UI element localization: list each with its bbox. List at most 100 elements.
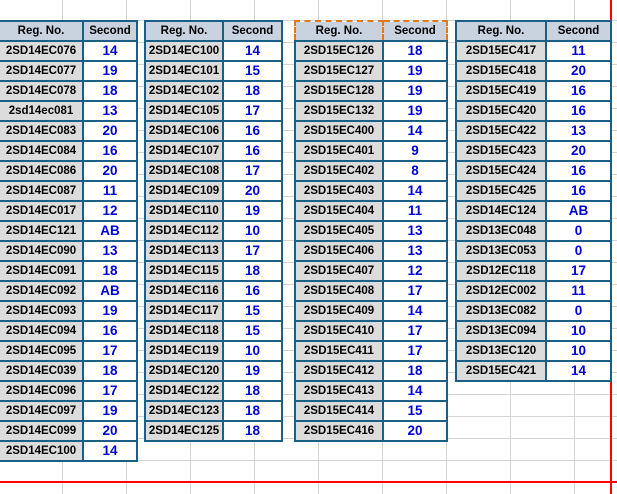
second-header[interactable]: Second [382, 20, 448, 42]
second-mark-cell[interactable]: 16 [545, 100, 612, 122]
reg-no-cell[interactable]: 2SD14EC120 [144, 360, 224, 382]
reg-no-cell[interactable]: 2SD13EC053 [455, 240, 547, 262]
second-mark-cell[interactable]: 10 [222, 340, 283, 362]
reg-no-cell[interactable]: 2SD15EC403 [294, 180, 384, 202]
second-mark-cell[interactable]: 19 [382, 80, 448, 102]
second-header[interactable]: Second [222, 20, 283, 42]
second-mark-cell[interactable]: 15 [222, 60, 283, 82]
reg-no-cell[interactable]: 2SD14EC091 [0, 260, 84, 282]
reg-no-header[interactable]: Reg. No. [294, 20, 384, 42]
second-mark-cell[interactable]: 17 [545, 260, 612, 282]
second-mark-cell[interactable]: 20 [545, 140, 612, 162]
reg-no-cell[interactable]: 2SD14EC077 [0, 60, 84, 82]
second-mark-cell[interactable]: 19 [82, 400, 138, 422]
reg-no-cell[interactable]: 2SD13EC048 [455, 220, 547, 242]
second-mark-cell[interactable]: 13 [82, 100, 138, 122]
second-header[interactable]: Second [545, 20, 612, 42]
second-mark-cell[interactable]: 10 [545, 340, 612, 362]
reg-no-cell[interactable]: 2SD14EC096 [0, 380, 84, 402]
reg-no-cell[interactable]: 2SD15EC408 [294, 280, 384, 302]
reg-no-cell[interactable]: 2SD14EC093 [0, 300, 84, 322]
reg-no-cell[interactable]: 2SD12EC002 [455, 280, 547, 302]
reg-no-cell[interactable]: 2SD15EC423 [455, 140, 547, 162]
reg-no-cell[interactable]: 2SD14EC112 [144, 220, 224, 242]
reg-no-cell[interactable]: 2SD15EC413 [294, 380, 384, 402]
second-mark-cell[interactable]: 14 [382, 380, 448, 402]
reg-no-cell[interactable]: 2SD14EC110 [144, 200, 224, 222]
second-mark-cell[interactable]: 18 [82, 80, 138, 102]
reg-no-cell[interactable]: 2SD14EC106 [144, 120, 224, 142]
reg-no-cell[interactable]: 2SD15EC407 [294, 260, 384, 282]
second-mark-cell[interactable]: 18 [82, 360, 138, 382]
second-mark-cell[interactable]: 18 [82, 260, 138, 282]
second-mark-cell[interactable]: 14 [82, 40, 138, 62]
second-mark-cell[interactable]: 15 [222, 300, 283, 322]
second-mark-cell[interactable]: 14 [222, 40, 283, 62]
second-mark-cell[interactable]: 11 [82, 180, 138, 202]
second-mark-cell[interactable]: 17 [382, 340, 448, 362]
second-mark-cell[interactable]: 13 [382, 220, 448, 242]
reg-no-cell[interactable]: 2sd14ec081 [0, 100, 84, 122]
reg-no-cell[interactable]: 2SD15EC409 [294, 300, 384, 322]
reg-no-cell[interactable]: 2SD14EC125 [144, 420, 224, 442]
second-mark-cell[interactable]: 15 [382, 400, 448, 422]
second-mark-cell[interactable]: 20 [82, 120, 138, 142]
second-mark-cell[interactable]: 16 [545, 80, 612, 102]
reg-no-cell[interactable]: 2SD14EC109 [144, 180, 224, 202]
second-mark-cell[interactable]: 0 [545, 220, 612, 242]
second-mark-cell[interactable]: 12 [382, 260, 448, 282]
reg-no-cell[interactable]: 2SD13EC120 [455, 340, 547, 362]
reg-no-cell[interactable]: 2SD14EC084 [0, 140, 84, 162]
second-mark-cell[interactable]: AB [545, 200, 612, 222]
reg-no-cell[interactable]: 2SD14EC095 [0, 340, 84, 362]
second-mark-cell[interactable]: 0 [545, 300, 612, 322]
reg-no-cell[interactable]: 2SD12EC118 [455, 260, 547, 282]
second-mark-cell[interactable]: 17 [382, 280, 448, 302]
reg-no-cell[interactable]: 2SD14EC105 [144, 100, 224, 122]
second-mark-cell[interactable]: 17 [82, 340, 138, 362]
second-mark-cell[interactable]: 19 [222, 360, 283, 382]
second-mark-cell[interactable]: 13 [545, 120, 612, 142]
reg-no-cell[interactable]: 2SD15EC126 [294, 40, 384, 62]
second-mark-cell[interactable]: 20 [222, 180, 283, 202]
reg-no-cell[interactable]: 2SD14EC116 [144, 280, 224, 302]
reg-no-cell[interactable]: 2SD15EC424 [455, 160, 547, 182]
reg-no-cell[interactable]: 2SD14EC122 [144, 380, 224, 402]
reg-no-cell[interactable]: 2SD14EC113 [144, 240, 224, 262]
second-mark-cell[interactable]: 14 [82, 440, 138, 462]
second-mark-cell[interactable]: 10 [545, 320, 612, 342]
reg-no-cell[interactable]: 2SD14EC119 [144, 340, 224, 362]
reg-no-header[interactable]: Reg. No. [455, 20, 547, 42]
reg-no-cell[interactable]: 2SD15EC421 [455, 360, 547, 382]
second-header[interactable]: Second [82, 20, 138, 42]
reg-no-cell[interactable]: 2SD15EC405 [294, 220, 384, 242]
reg-no-cell[interactable]: 2SD14EC017 [0, 200, 84, 222]
reg-no-cell[interactable]: 2SD14EC086 [0, 160, 84, 182]
second-mark-cell[interactable]: 20 [382, 420, 448, 442]
second-mark-cell[interactable]: 14 [382, 300, 448, 322]
second-mark-cell[interactable]: 18 [222, 380, 283, 402]
reg-no-header[interactable]: Reg. No. [144, 20, 224, 42]
reg-no-cell[interactable]: 2SD15EC132 [294, 100, 384, 122]
reg-no-cell[interactable]: 2SD14EC039 [0, 360, 84, 382]
second-mark-cell[interactable]: 18 [222, 80, 283, 102]
reg-no-cell[interactable]: 2SD14EC078 [0, 80, 84, 102]
second-mark-cell[interactable]: 16 [82, 320, 138, 342]
reg-no-cell[interactable]: 2SD14EC099 [0, 420, 84, 442]
reg-no-cell[interactable]: 2SD15EC127 [294, 60, 384, 82]
second-mark-cell[interactable]: 11 [545, 40, 612, 62]
second-mark-cell[interactable]: 13 [82, 240, 138, 262]
second-mark-cell[interactable]: 16 [222, 120, 283, 142]
second-mark-cell[interactable]: 17 [222, 160, 283, 182]
second-mark-cell[interactable]: 19 [82, 300, 138, 322]
reg-no-cell[interactable]: 2SD14EC092 [0, 280, 84, 302]
reg-no-cell[interactable]: 2SD15EC400 [294, 120, 384, 142]
reg-no-cell[interactable]: 2SD15EC406 [294, 240, 384, 262]
second-mark-cell[interactable]: 14 [382, 180, 448, 202]
reg-no-cell[interactable]: 2SD15EC404 [294, 200, 384, 222]
second-mark-cell[interactable]: 16 [222, 140, 283, 162]
second-mark-cell[interactable]: 13 [382, 240, 448, 262]
reg-no-cell[interactable]: 2SD13EC094 [455, 320, 547, 342]
reg-no-cell[interactable]: 2SD14EC076 [0, 40, 84, 62]
second-mark-cell[interactable]: 9 [382, 140, 448, 162]
